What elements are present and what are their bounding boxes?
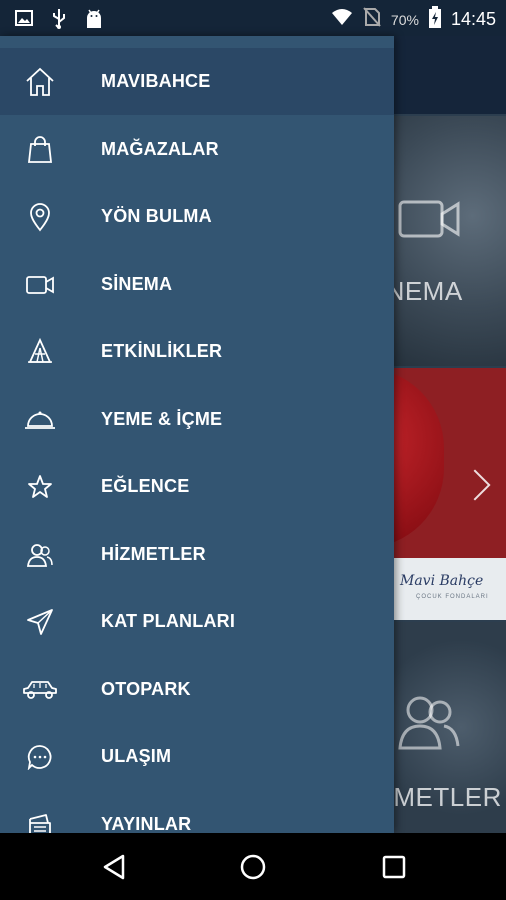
menu-item-label: YÖN BULMA [101,206,212,226]
tile-hizmetler[interactable]: HİZMETLER [394,622,506,833]
menu-item-label: YEME & İÇME [101,409,223,429]
promo-logo-subtext: ÇOCUK FONDALARI [416,594,489,600]
tile-sinema[interactable]: SİNEMA [394,116,506,366]
publication-icon [22,807,58,833]
menu-item-label: KAT PLANLARI [101,611,236,631]
menu-item-eglence[interactable]: EĞLENCE [0,453,394,520]
menu-item-magazalar[interactable]: MAĞAZALAR [0,116,394,183]
menu-item-label: SİNEMA [101,274,173,294]
battery-charging-icon [428,6,441,33]
promo-footer [394,558,506,620]
send-arrow-icon [22,604,58,640]
app-toolbar [394,36,506,114]
menu-item-label: EĞLENCE [101,476,190,496]
location-pin-icon [22,199,58,235]
recents-button[interactable] [374,847,414,887]
video-camera-icon [22,267,58,303]
clock: 14:45 [450,9,496,29]
menu-item-ulasim[interactable]: ULAŞIM [0,723,394,790]
menu-item-yeme-icme[interactable]: YEME & İÇME [0,386,394,453]
usb-icon [50,8,68,35]
menu-item-mavibahce[interactable]: MAVIBAHCE [0,48,394,115]
menu-item-yayinlar[interactable]: YAYINLAR [0,791,394,833]
people-icon [396,692,460,757]
menu-item-yon-bulma[interactable]: YÖN BULMA [0,183,394,250]
heart-image [394,368,444,548]
menu-item-hizmetler[interactable]: HİZMETLER [0,521,394,588]
food-cloche-icon [22,402,58,438]
menu-item-label: ULAŞIM [101,746,172,766]
recents-square-icon [382,855,406,879]
people-icon [22,537,58,573]
image-icon [14,8,34,35]
menu-item-kat-planlari[interactable]: KAT PLANLARI [0,588,394,655]
battery-percent: 70% [390,11,419,28]
back-triangle-icon [103,854,125,880]
tile-hizmetler-label: HİZMETLER [394,782,502,812]
video-camera-icon [398,194,462,249]
menu-item-label: OTOPARK [101,679,191,699]
shopping-bag-icon [22,132,58,168]
menu-item-label: ETKİNLİKLER [101,341,223,361]
star-icon [22,469,58,505]
status-bar: 70% 14:45 [0,0,506,36]
wifi-icon [331,8,353,31]
chevron-right-icon[interactable] [459,469,491,501]
menu-item-label: YAYINLAR [101,814,192,833]
event-tent-icon [22,334,58,370]
menu-item-etkinlikler[interactable]: ETKİNLİKLER [0,318,394,385]
menu-item-label: MAVIBAHCE [101,71,211,91]
home-icon [22,64,58,100]
menu-item-sinema[interactable]: SİNEMA [0,251,394,318]
android-icon [84,8,104,35]
no-sim-icon [363,7,381,32]
promo-banner[interactable]: Mavi Bahçe ÇOCUK FONDALARI [394,368,506,620]
navigation-drawer: MAVIBAHCE MAĞAZALAR YÖN BULMA SİNEMA ETK… [0,36,394,833]
home-circle-icon [240,854,266,880]
home-button[interactable] [233,847,273,887]
menu-item-label: HİZMETLER [101,544,206,564]
menu-item-label: MAĞAZALAR [101,139,219,159]
chat-bubble-icon [22,739,58,775]
system-nav-bar [0,833,506,900]
car-icon [22,672,58,708]
menu-item-otopark[interactable]: OTOPARK [0,656,394,723]
tile-sinema-label: SİNEMA [394,276,463,306]
promo-logo-text: Mavi Bahçe [400,573,484,589]
back-button[interactable] [94,847,134,887]
